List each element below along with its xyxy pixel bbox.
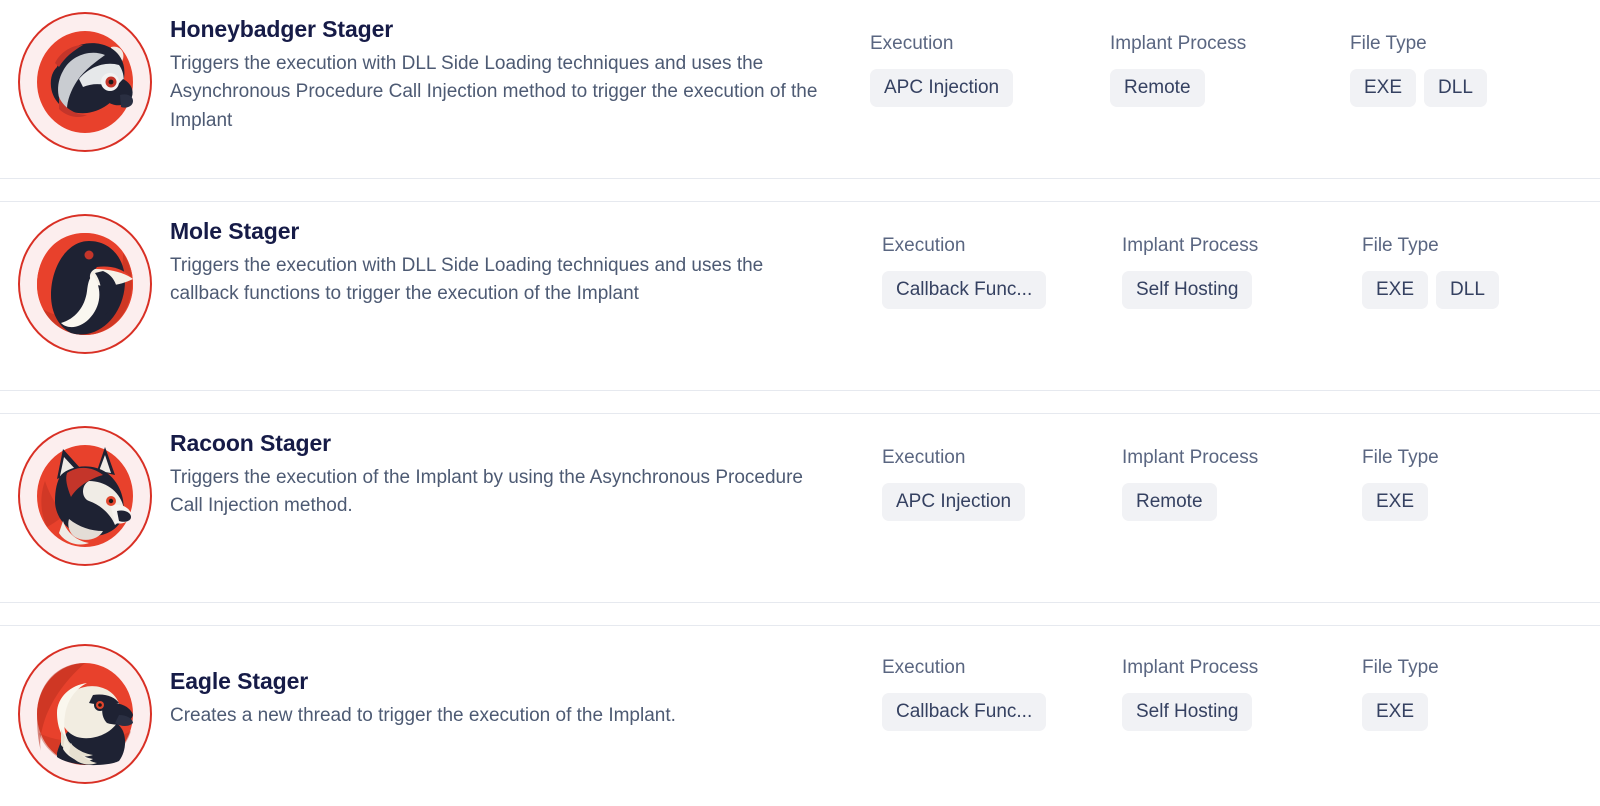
stager-title: Mole Stager bbox=[170, 218, 300, 244]
stager-description: Triggers the execution with DLL Side Loa… bbox=[170, 52, 818, 131]
chip-group-file-type: EXE bbox=[1362, 483, 1439, 521]
chip-group-implant-process: Remote bbox=[1110, 69, 1350, 107]
chip-execution[interactable]: Callback Func... bbox=[882, 693, 1047, 731]
stager-description: Triggers the execution with DLL Side Loa… bbox=[170, 254, 764, 305]
chip-execution[interactable]: APC Injection bbox=[882, 483, 1026, 521]
stager-description: Creates a new thread to trigger the exec… bbox=[170, 704, 676, 726]
row-divider bbox=[0, 602, 1600, 626]
stager-info: Racoon Stager Triggers the execution of … bbox=[170, 414, 870, 521]
attr-column-file-type: File Type EXE bbox=[1362, 658, 1439, 731]
avatar bbox=[0, 414, 170, 566]
chip-file-type[interactable]: EXE bbox=[1362, 271, 1429, 309]
attr-label-file-type: File Type bbox=[1362, 657, 1439, 678]
chip-group-file-type: EXE bbox=[1362, 693, 1439, 731]
chip-execution[interactable]: Callback Func... bbox=[882, 271, 1047, 309]
chip-group-execution: APC Injection bbox=[870, 69, 1110, 107]
chip-group-file-type: EXE DLL bbox=[1362, 271, 1499, 309]
attr-label-execution: Execution bbox=[882, 447, 966, 468]
attr-column-execution: Execution Callback Func... bbox=[882, 236, 1122, 309]
chip-group-implant-process: Self Hosting bbox=[1122, 271, 1362, 309]
row-divider bbox=[0, 178, 1600, 202]
attr-label-implant-process: Implant Process bbox=[1110, 33, 1247, 54]
stager-info: Mole Stager Triggers the execution with … bbox=[170, 202, 870, 309]
stager-list: Honeybadger Stager Triggers the executio… bbox=[0, 0, 1600, 806]
chip-group-execution: Callback Func... bbox=[882, 271, 1122, 309]
chip-implant-process[interactable]: Remote bbox=[1110, 69, 1205, 107]
stager-row[interactable]: Racoon Stager Triggers the execution of … bbox=[0, 414, 1600, 602]
attr-label-file-type: File Type bbox=[1362, 447, 1439, 468]
attr-label-execution: Execution bbox=[870, 33, 954, 54]
attr-label-execution: Execution bbox=[882, 657, 966, 678]
chip-file-type[interactable]: EXE bbox=[1362, 483, 1429, 521]
chip-group-execution: Callback Func... bbox=[882, 693, 1122, 731]
attr-column-execution: Execution APC Injection bbox=[870, 34, 1110, 107]
avatar bbox=[0, 0, 170, 152]
attr-column-file-type: File Type EXE DLL bbox=[1350, 34, 1487, 107]
stager-description: Triggers the execution of the Implant by… bbox=[170, 466, 803, 517]
stager-title: Racoon Stager bbox=[170, 430, 332, 456]
stager-attributes: Execution Callback Func... Implant Proce… bbox=[882, 626, 1600, 731]
stager-info: Eagle Stager Creates a new thread to tri… bbox=[170, 626, 870, 730]
mole-avatar-icon bbox=[18, 214, 152, 354]
stager-attributes: Execution APC Injection Implant Process … bbox=[870, 0, 1600, 107]
attr-label-file-type: File Type bbox=[1350, 33, 1427, 54]
stager-row[interactable]: Honeybadger Stager Triggers the executio… bbox=[0, 0, 1600, 178]
chip-group-file-type: EXE DLL bbox=[1350, 69, 1487, 107]
attr-label-file-type: File Type bbox=[1362, 235, 1439, 256]
attr-column-implant-process: Implant Process Self Hosting bbox=[1122, 658, 1362, 731]
attr-label-implant-process: Implant Process bbox=[1122, 657, 1259, 678]
avatar bbox=[0, 202, 170, 354]
stager-title: Honeybadger Stager bbox=[170, 16, 394, 42]
attr-column-implant-process: Implant Process Self Hosting bbox=[1122, 236, 1362, 309]
attr-label-implant-process: Implant Process bbox=[1122, 235, 1259, 256]
chip-file-type[interactable]: EXE bbox=[1362, 693, 1429, 731]
attr-column-file-type: File Type EXE bbox=[1362, 448, 1439, 521]
stager-row[interactable]: Eagle Stager Creates a new thread to tri… bbox=[0, 626, 1600, 786]
stager-row[interactable]: Mole Stager Triggers the execution with … bbox=[0, 202, 1600, 390]
chip-implant-process[interactable]: Remote bbox=[1122, 483, 1217, 521]
stager-attributes: Execution Callback Func... Implant Proce… bbox=[882, 202, 1600, 309]
chip-group-implant-process: Self Hosting bbox=[1122, 693, 1362, 731]
chip-file-type[interactable]: DLL bbox=[1424, 69, 1487, 107]
attr-column-implant-process: Implant Process Remote bbox=[1122, 448, 1362, 521]
attr-column-execution: Execution Callback Func... bbox=[882, 658, 1122, 731]
attr-label-execution: Execution bbox=[882, 235, 966, 256]
honeybadger-avatar-icon bbox=[18, 12, 152, 152]
racoon-avatar-icon bbox=[18, 426, 152, 566]
chip-implant-process[interactable]: Self Hosting bbox=[1122, 693, 1253, 731]
chip-execution[interactable]: APC Injection bbox=[870, 69, 1014, 107]
chip-group-execution: APC Injection bbox=[882, 483, 1122, 521]
chip-file-type[interactable]: DLL bbox=[1436, 271, 1499, 309]
chip-file-type[interactable]: EXE bbox=[1350, 69, 1417, 107]
attr-column-execution: Execution APC Injection bbox=[882, 448, 1122, 521]
chip-implant-process[interactable]: Self Hosting bbox=[1122, 271, 1253, 309]
attr-label-implant-process: Implant Process bbox=[1122, 447, 1259, 468]
avatar bbox=[0, 626, 170, 784]
attr-column-file-type: File Type EXE DLL bbox=[1362, 236, 1499, 309]
attr-column-implant-process: Implant Process Remote bbox=[1110, 34, 1350, 107]
row-divider bbox=[0, 390, 1600, 414]
stager-title: Eagle Stager bbox=[170, 668, 309, 694]
eagle-avatar-icon bbox=[18, 644, 152, 784]
stager-attributes: Execution APC Injection Implant Process … bbox=[882, 414, 1600, 521]
chip-group-implant-process: Remote bbox=[1122, 483, 1362, 521]
stager-info: Honeybadger Stager Triggers the executio… bbox=[170, 0, 870, 135]
